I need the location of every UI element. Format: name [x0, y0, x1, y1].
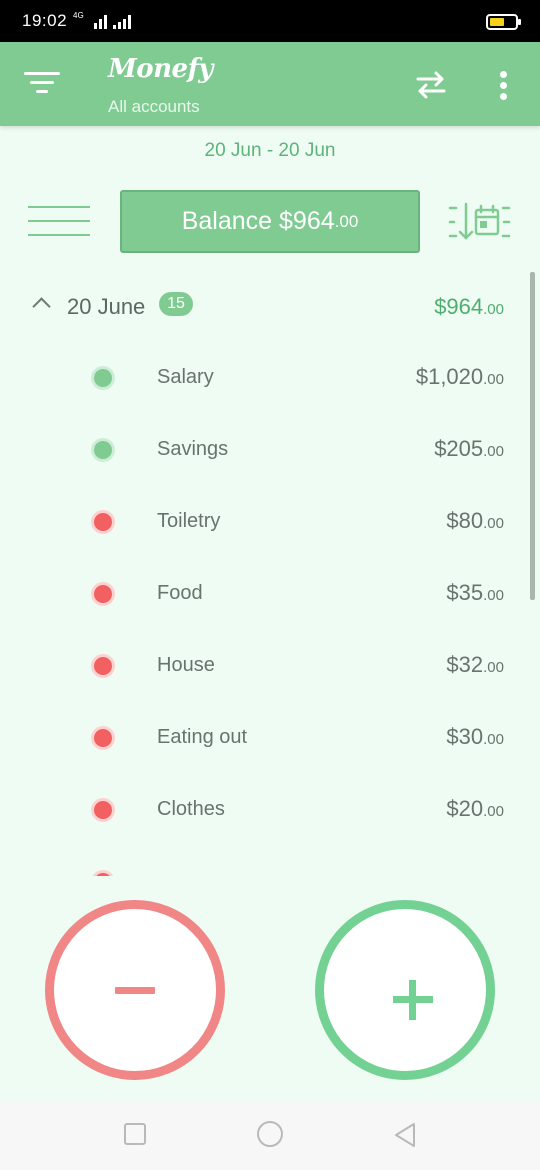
group-count-badge: 15: [159, 292, 193, 316]
amount-main: $35: [446, 580, 484, 605]
transaction-amount: $205.00: [434, 436, 504, 462]
transaction-row[interactable]: Salary $1,020.00: [0, 342, 540, 414]
transfer-icon[interactable]: [414, 68, 448, 102]
transaction-category: Eating out: [157, 726, 248, 748]
group-total-amount: $964: [434, 294, 484, 319]
transaction-amount: $32.00: [446, 652, 504, 678]
amount-cents: .00: [483, 515, 504, 532]
transaction-row[interactable]: Savings $205.00: [0, 414, 540, 486]
balance-cents: .00: [334, 211, 359, 231]
bottom-actions: [0, 876, 540, 1102]
system-nav-bar: [0, 1102, 540, 1170]
group-date: 20 June: [67, 294, 146, 319]
menu-lines-icon[interactable]: [28, 204, 92, 238]
home-circle-icon[interactable]: [257, 1121, 283, 1147]
amount-main: $32: [446, 652, 484, 677]
transaction-amount: $80.00: [446, 508, 504, 534]
transaction-row[interactable]: Food $35.00: [0, 558, 540, 630]
transaction-amount: $1,020.00: [416, 364, 504, 390]
add-income-button[interactable]: [315, 900, 495, 1080]
amount-cents: .00: [483, 803, 504, 820]
recents-square-icon[interactable]: [124, 1123, 146, 1145]
filter-icon[interactable]: [22, 64, 62, 104]
transaction-row[interactable]: House $32.00: [0, 630, 540, 702]
date-range[interactable]: 20 Jun - 20 Jun: [0, 140, 540, 162]
amount-main: $1,020: [415, 364, 484, 389]
transaction-list: Salary $1,020.00 Savings $205.00 Toiletr…: [0, 342, 540, 876]
app-title: Monefy: [108, 54, 213, 84]
chevron-up-icon: [32, 297, 51, 316]
add-expense-button[interactable]: [45, 900, 225, 1080]
network-type: 4G: [73, 10, 84, 20]
transaction-row[interactable]: Eating out $30.00: [0, 702, 540, 774]
transaction-category: Savings: [157, 438, 229, 460]
plus-icon: [409, 980, 416, 1020]
minus-icon: [115, 986, 155, 994]
group-total: $964.00: [434, 294, 504, 320]
amount-main: $205: [434, 436, 484, 461]
category-dot-icon: [94, 585, 112, 603]
amount-cents: .00: [483, 443, 504, 460]
status-bar: 19:02 4G: [0, 0, 540, 42]
transaction-row[interactable]: Toiletry $80.00: [0, 486, 540, 558]
group-total-cents: .00: [483, 301, 504, 318]
group-header[interactable]: 20 June 15 $964.00: [0, 282, 540, 332]
battery-icon: [486, 14, 521, 30]
transaction-category: Salary: [157, 366, 214, 388]
transaction-category: House: [157, 654, 215, 676]
amount-cents: .00: [483, 731, 504, 748]
app-bar: Monefy All accounts: [0, 42, 540, 126]
account-selector[interactable]: All accounts: [108, 97, 200, 117]
transaction-category: Toiletry: [157, 510, 221, 532]
transaction-row-partial[interactable]: [0, 846, 540, 876]
amount-main: $80: [446, 508, 484, 533]
amount-cents: .00: [483, 371, 504, 388]
category-dot-icon: [94, 513, 112, 531]
status-time: 19:02: [22, 11, 68, 30]
amount-main: $20: [446, 796, 484, 821]
category-dot-icon: [94, 369, 112, 387]
amount-cents: .00: [483, 659, 504, 676]
amount-cents: .00: [483, 587, 504, 604]
category-dot-icon: [94, 729, 112, 747]
more-vert-icon[interactable]: [492, 68, 516, 102]
calendar-sort-icon[interactable]: [446, 200, 514, 244]
transaction-amount: $35.00: [446, 580, 504, 606]
category-dot-icon: [94, 801, 112, 819]
signal-icon: [112, 13, 131, 29]
transaction-amount: $20.00: [446, 796, 504, 822]
transaction-amount: $30.00: [446, 724, 504, 750]
category-dot-icon: [94, 657, 112, 675]
transaction-category: Clothes: [157, 798, 225, 820]
back-triangle-icon[interactable]: [393, 1121, 417, 1149]
signal-icon: [93, 13, 107, 29]
battery-level: [490, 18, 505, 26]
balance-button[interactable]: Balance $964.00: [120, 190, 420, 253]
amount-main: $30: [446, 724, 484, 749]
balance-label: Balance: [181, 207, 273, 235]
transaction-row[interactable]: Clothes $20.00: [0, 774, 540, 846]
category-dot-icon: [94, 441, 112, 459]
balance-amount: $964: [279, 207, 335, 235]
transaction-category: Food: [157, 582, 203, 604]
